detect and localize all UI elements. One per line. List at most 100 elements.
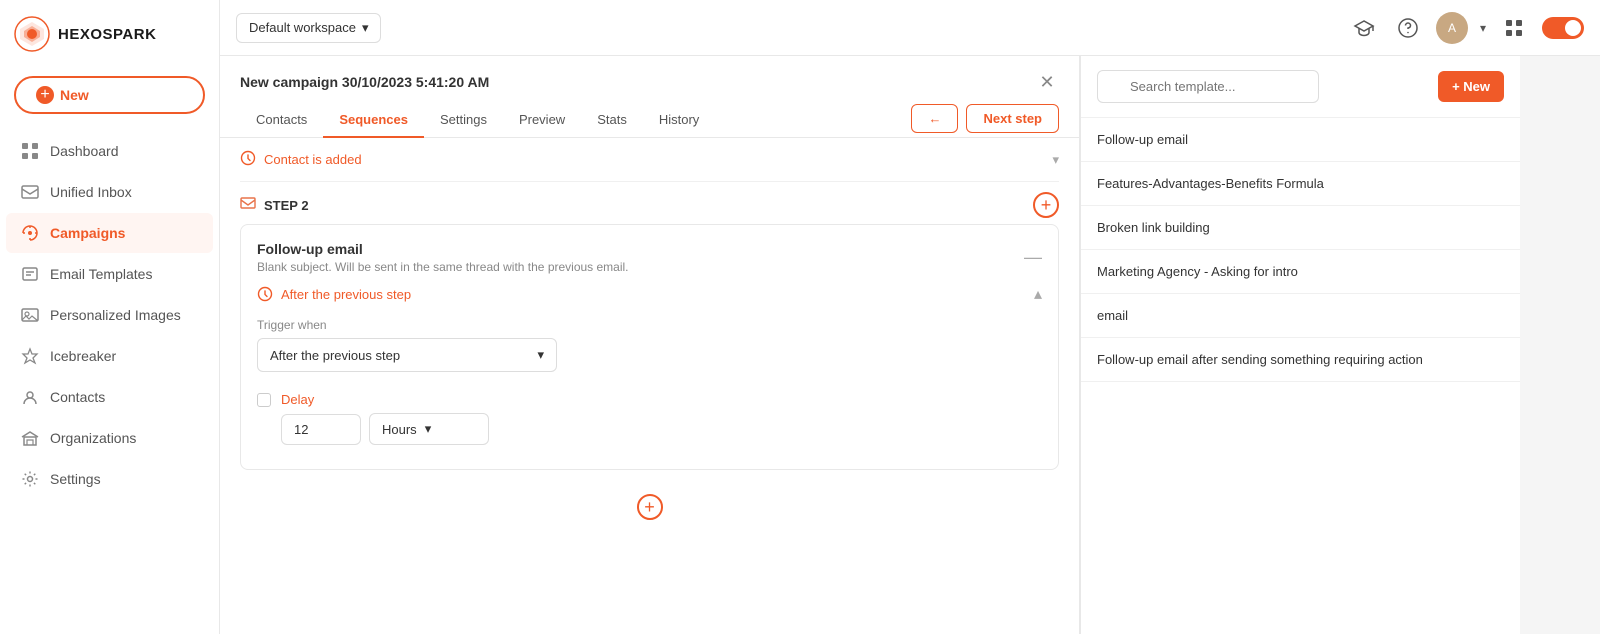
campaign-title: New campaign 30/10/2023 5:41:20 AM — [240, 74, 489, 90]
sidebar-nav: Dashboard Unified Inbox Campaigns Email … — [0, 130, 219, 500]
chevron-down-icon: ▾ — [537, 347, 544, 363]
close-button[interactable]: ✕ — [1035, 70, 1059, 94]
step2-label: STEP 2 — [264, 198, 309, 213]
template-list: Follow-up email Features-Advantages-Bene… — [1081, 118, 1520, 634]
campaign-title-row: New campaign 30/10/2023 5:41:20 AM ✕ — [240, 70, 1059, 94]
logo-text: HEXOSPARK — [58, 26, 156, 43]
clock-icon — [240, 150, 256, 169]
envelope-icon — [240, 195, 256, 216]
content-area: New campaign 30/10/2023 5:41:20 AM ✕ Con… — [220, 56, 1600, 634]
sidebar-item-personalized-images[interactable]: Personalized Images — [6, 295, 213, 335]
chevron-down-icon: ▾ — [362, 20, 369, 36]
step-card-subtitle: Blank subject. Will be sent in the same … — [257, 260, 629, 274]
tab-settings[interactable]: Settings — [424, 104, 503, 138]
back-button[interactable]: ← — [911, 104, 958, 133]
topbar-right: A ▾ — [1348, 12, 1584, 44]
organizations-icon — [20, 428, 40, 448]
trigger-when-text: Trigger when — [257, 318, 1042, 332]
tab-stats[interactable]: Stats — [581, 104, 643, 138]
campaign-header: New campaign 30/10/2023 5:41:20 AM ✕ Con… — [220, 56, 1079, 138]
sidebar: HEXOSPARK + New Dashboard Unified Inbox … — [0, 0, 220, 634]
logo-icon — [14, 16, 50, 52]
sidebar-item-unified-inbox[interactable]: Unified Inbox — [6, 172, 213, 212]
graduation-icon[interactable] — [1348, 12, 1380, 44]
template-panel: + New Follow-up email Features-Advantage… — [1080, 56, 1520, 634]
sidebar-item-label: Dashboard — [50, 143, 119, 159]
tab-history[interactable]: History — [643, 104, 715, 138]
chevron-down-icon: ▾ — [1480, 21, 1486, 35]
logo: HEXOSPARK — [0, 0, 219, 68]
tab-contacts[interactable]: Contacts — [240, 104, 323, 138]
new-button[interactable]: + New — [14, 76, 205, 114]
sidebar-item-settings[interactable]: Settings — [6, 459, 213, 499]
sidebar-item-email-templates[interactable]: Email Templates — [6, 254, 213, 294]
delay-unit-select[interactable]: Hours ▾ — [369, 413, 489, 445]
delay-label: Delay — [281, 392, 314, 407]
sidebar-item-label: Contacts — [50, 389, 105, 405]
help-icon[interactable] — [1392, 12, 1424, 44]
template-search-input[interactable] — [1097, 70, 1319, 103]
icebreaker-icon — [20, 346, 40, 366]
sidebar-item-dashboard[interactable]: Dashboard — [6, 131, 213, 171]
tab-sequences[interactable]: Sequences — [323, 104, 424, 138]
add-step-inline-button[interactable]: + — [1033, 192, 1059, 218]
delay-inputs: Hours ▾ — [257, 413, 1042, 453]
trigger-when-label: After the previous step — [281, 287, 411, 302]
grid-icon[interactable] — [1498, 12, 1530, 44]
template-item[interactable]: Features-Advantages-Benefits Formula — [1081, 162, 1520, 206]
contact-added-trigger[interactable]: Contact is added ▾ — [240, 138, 1059, 182]
chevron-up-icon: ▴ — [1034, 284, 1042, 304]
inbox-icon — [20, 182, 40, 202]
step-card-header: Follow-up email Blank subject. Will be s… — [257, 241, 1042, 274]
sidebar-item-campaigns[interactable]: Campaigns — [6, 213, 213, 253]
settings-icon — [20, 469, 40, 489]
sidebar-item-label: Unified Inbox — [50, 184, 132, 200]
template-item[interactable]: Broken link building — [1081, 206, 1520, 250]
avatar[interactable]: A — [1436, 12, 1468, 44]
followup-card: Follow-up email Blank subject. Will be s… — [240, 224, 1059, 470]
theme-toggle[interactable] — [1542, 17, 1584, 39]
sidebar-item-label: Icebreaker — [50, 348, 116, 364]
delay-number-input[interactable] — [281, 414, 361, 445]
step2-header: STEP 2 + — [240, 182, 1059, 224]
template-item[interactable]: email — [1081, 294, 1520, 338]
step-add-inline: + — [1033, 192, 1059, 218]
trigger-select[interactable]: After the previous step ▾ — [257, 338, 557, 372]
step-card-title: Follow-up email — [257, 241, 629, 257]
sidebar-item-icebreaker[interactable]: Icebreaker — [6, 336, 213, 376]
campaign-tabs: Contacts Sequences Settings Preview Stat… — [240, 104, 1059, 137]
sidebar-item-label: Organizations — [50, 430, 136, 446]
personalized-images-icon — [20, 305, 40, 325]
template-header: + New — [1081, 56, 1520, 118]
step-card-menu-icon[interactable]: — — [1024, 247, 1042, 268]
template-item[interactable]: Follow-up email — [1081, 118, 1520, 162]
dashboard-icon — [20, 141, 40, 161]
workspace-selector[interactable]: Default workspace ▾ — [236, 13, 381, 43]
global-topbar: Default workspace ▾ A ▾ — [220, 0, 1600, 56]
campaign-body: Contact is added ▾ STEP 2 + — [220, 138, 1079, 634]
delay-checkbox[interactable] — [257, 393, 271, 407]
sidebar-item-organizations[interactable]: Organizations — [6, 418, 213, 458]
next-step-button[interactable]: Next step — [966, 104, 1059, 133]
trigger-section: Trigger when After the previous step ▾ — [257, 310, 1042, 380]
chevron-down-icon: ▾ — [425, 421, 432, 437]
search-wrapper — [1097, 70, 1430, 103]
delay-row: Delay — [257, 380, 1042, 413]
add-step-bottom-button[interactable]: + — [637, 494, 663, 520]
campaigns-icon — [20, 223, 40, 243]
trigger-select-value: After the previous step — [270, 348, 400, 363]
main-content: Default workspace ▾ A ▾ New campaign 30/… — [220, 0, 1600, 634]
workspace-label: Default workspace — [249, 20, 356, 35]
template-new-button[interactable]: + New — [1438, 71, 1504, 102]
sidebar-item-contacts[interactable]: Contacts — [6, 377, 213, 417]
email-templates-icon — [20, 264, 40, 284]
tab-preview[interactable]: Preview — [503, 104, 581, 138]
chevron-down-icon: ▾ — [1052, 152, 1059, 168]
contacts-icon — [20, 387, 40, 407]
trigger-label: Contact is added — [264, 152, 362, 167]
trigger-when-row[interactable]: After the previous step ▴ — [257, 274, 1042, 310]
template-item[interactable]: Marketing Agency - Asking for intro — [1081, 250, 1520, 294]
delay-unit-label: Hours — [382, 422, 417, 437]
bottom-add-section: + — [240, 478, 1059, 536]
template-item[interactable]: Follow-up email after sending something … — [1081, 338, 1520, 382]
